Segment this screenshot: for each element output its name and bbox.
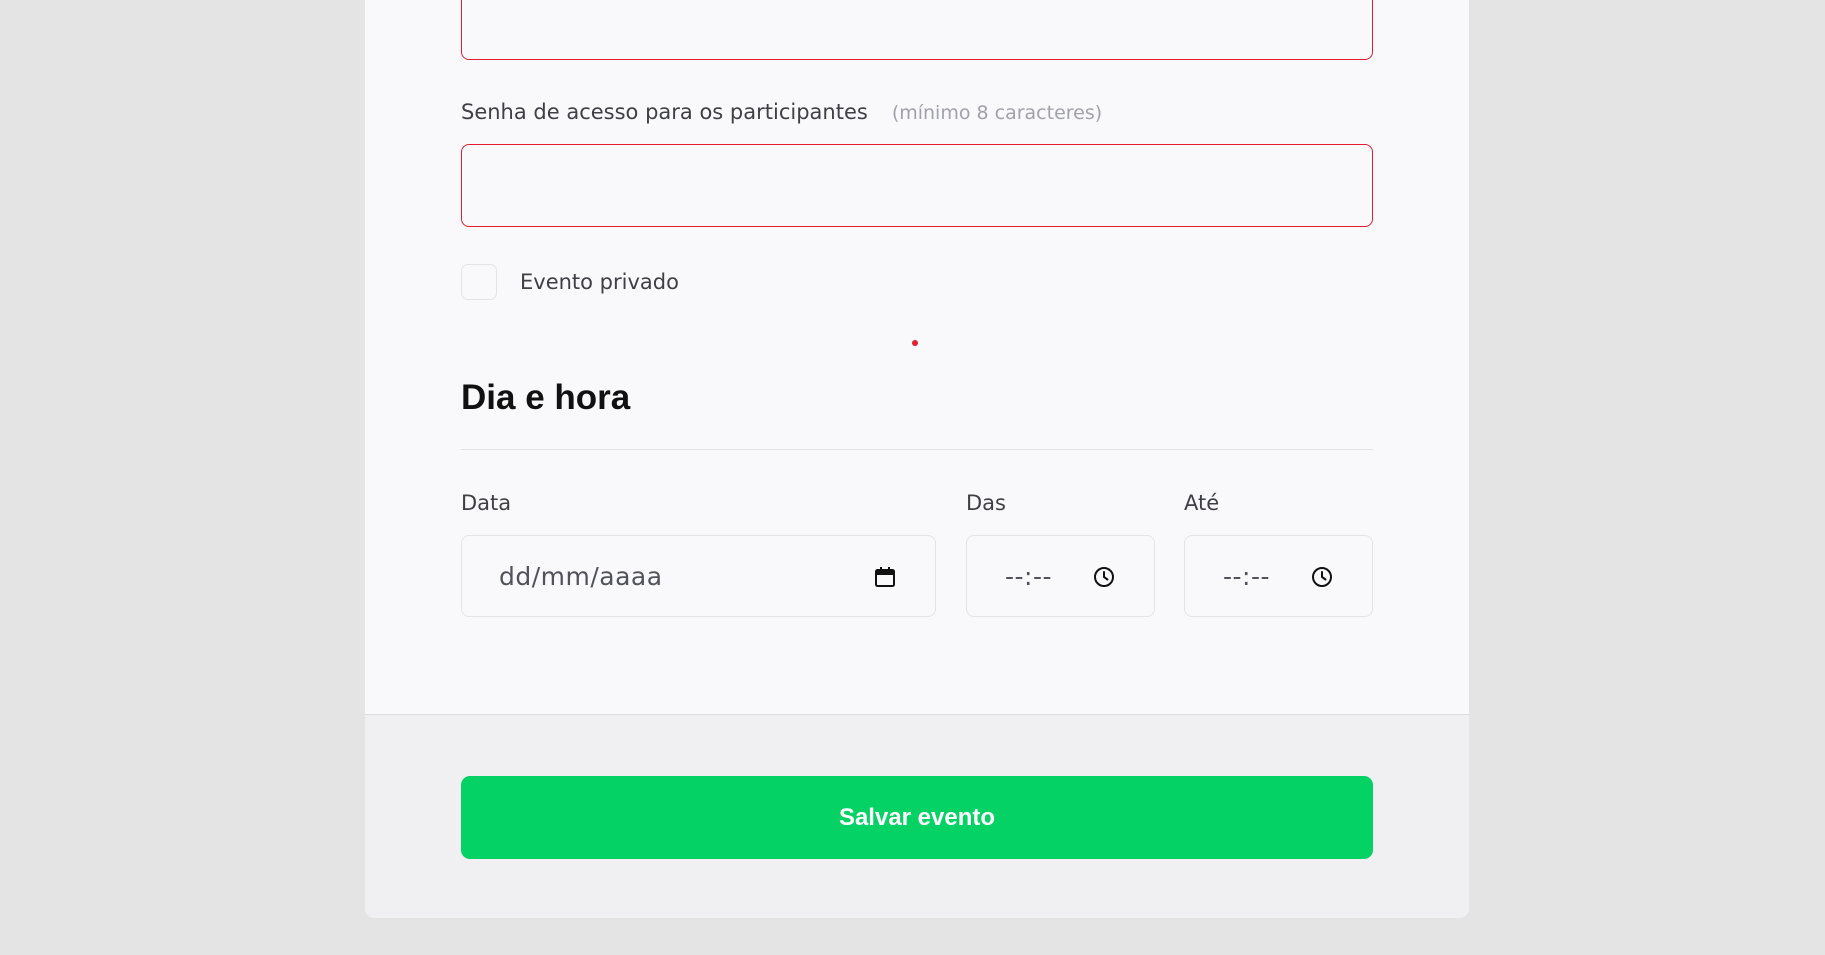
section-title: Dia e hora (461, 378, 631, 417)
private-event-checkbox[interactable] (461, 264, 497, 300)
start-time-label: Das (966, 491, 1006, 515)
password-input[interactable] (461, 144, 1373, 227)
date-placeholder: dd/mm/aaaa (499, 561, 663, 591)
start-time-placeholder: --:-- (1005, 561, 1053, 591)
clock-icon[interactable] (1309, 564, 1335, 590)
save-event-button[interactable]: Salvar evento (461, 776, 1373, 859)
section-divider (461, 449, 1373, 450)
calendar-icon[interactable] (872, 564, 898, 590)
end-time-placeholder: --:-- (1223, 561, 1271, 591)
end-time-input[interactable]: --:-- (1184, 535, 1373, 617)
password-label: Senha de acesso para os participantes (461, 100, 868, 124)
date-input[interactable]: dd/mm/aaaa (461, 535, 936, 617)
private-event-label: Evento privado (520, 270, 679, 294)
red-dot (912, 340, 918, 346)
clock-icon[interactable] (1091, 564, 1117, 590)
end-time-label: Até (1184, 491, 1220, 515)
date-label: Data (461, 491, 512, 515)
previous-input-field[interactable] (461, 0, 1373, 60)
password-hint: (mínimo 8 caracteres) (891, 102, 1103, 124)
private-event-row[interactable]: Evento privado (461, 264, 679, 300)
form-footer: Salvar evento (365, 714, 1469, 918)
start-time-input[interactable]: --:-- (966, 535, 1155, 617)
event-form-card: Senha de acesso para os participantes (m… (365, 0, 1469, 918)
password-label-row: Senha de acesso para os participantes (m… (461, 100, 1102, 124)
